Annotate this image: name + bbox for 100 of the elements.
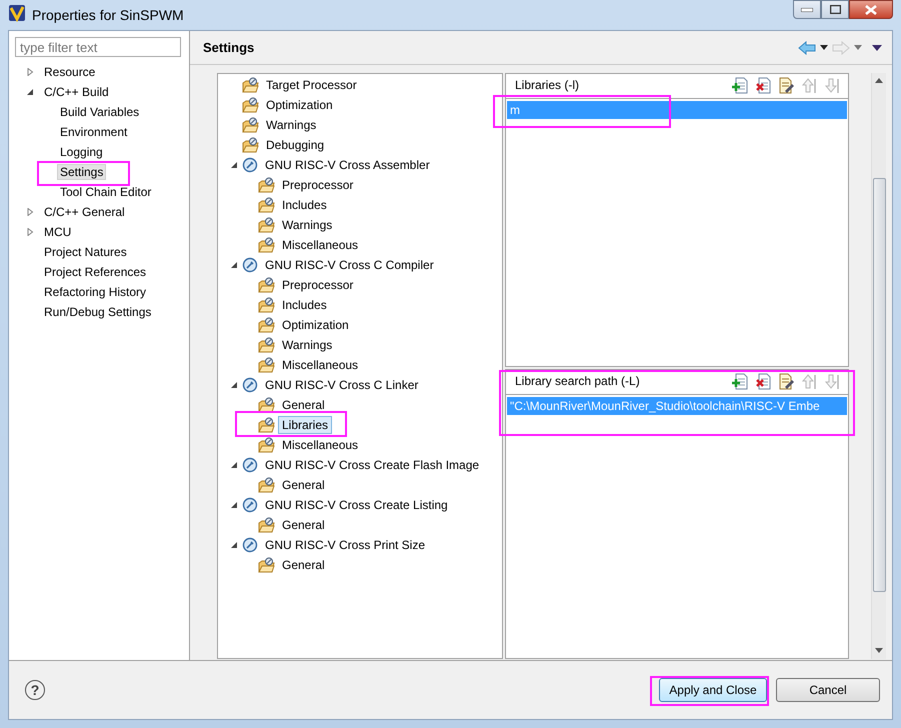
tree-item[interactable]: Warnings xyxy=(278,216,336,234)
folder-icon xyxy=(258,477,275,493)
add-icon[interactable] xyxy=(732,76,748,94)
dialog-button[interactable]: Apply and Close xyxy=(659,678,767,702)
folder-icon xyxy=(258,317,275,333)
tree-item[interactable]: Optimization xyxy=(262,96,337,114)
folder-icon xyxy=(258,437,275,453)
delete-icon[interactable] xyxy=(755,372,771,390)
toggle-arrow-icon[interactable] xyxy=(26,88,34,96)
edit-icon[interactable] xyxy=(778,76,794,94)
tree-item[interactable]: Warnings xyxy=(262,116,320,134)
tool-icon xyxy=(242,457,258,473)
tree-item[interactable]: Miscellaneous xyxy=(278,356,362,374)
list-title: Libraries (-l) xyxy=(515,78,580,92)
tool-icon xyxy=(242,377,258,393)
tree-item[interactable]: Preprocessor xyxy=(278,176,358,194)
tree-item[interactable]: Run/Debug Settings xyxy=(41,304,154,320)
dialog-button[interactable]: Cancel xyxy=(776,678,880,702)
scroll-up-icon[interactable] xyxy=(875,78,883,83)
tree-item[interactable]: GNU RISC-V Cross Create Listing xyxy=(261,496,452,514)
tree-item[interactable]: Includes xyxy=(278,196,331,214)
tree-item[interactable]: Settings xyxy=(57,164,106,180)
scroll-down-icon[interactable] xyxy=(875,648,883,653)
dropdown-icon[interactable] xyxy=(820,45,828,50)
folder-icon xyxy=(258,397,275,413)
move-down-icon[interactable] xyxy=(824,76,840,94)
tree-item[interactable]: C/C++ Build xyxy=(41,84,112,100)
folder-icon xyxy=(258,197,275,213)
folder-icon xyxy=(242,137,259,153)
folder-icon xyxy=(258,517,275,533)
tree-item[interactable]: Logging xyxy=(57,144,106,160)
tree-item[interactable]: Project Natures xyxy=(41,244,130,260)
tree-item[interactable]: GNU RISC-V Cross Assembler xyxy=(261,156,434,174)
tree-item[interactable]: Optimization xyxy=(278,316,353,334)
folder-icon xyxy=(242,117,259,133)
toggle-arrow-icon[interactable] xyxy=(26,68,34,76)
folder-icon xyxy=(242,97,259,113)
folder-icon xyxy=(258,357,275,373)
tree-item[interactable]: GNU RISC-V Cross Create Flash Image xyxy=(261,456,484,474)
tree-item[interactable]: Environment xyxy=(57,124,130,140)
close-button[interactable] xyxy=(849,0,893,19)
folder-icon xyxy=(258,237,275,253)
help-icon[interactable]: ? xyxy=(25,680,45,700)
tree-item[interactable]: Build Variables xyxy=(57,104,142,120)
tree-item[interactable]: Miscellaneous xyxy=(278,236,362,254)
app-logo-icon xyxy=(8,4,26,22)
toggle-arrow-icon[interactable] xyxy=(230,261,238,269)
move-down-icon[interactable] xyxy=(824,372,840,390)
tree-item[interactable]: Resource xyxy=(41,64,98,80)
tree-item[interactable]: Includes xyxy=(278,296,331,314)
move-up-icon[interactable] xyxy=(801,372,817,390)
tool-icon xyxy=(242,157,258,173)
tree-item[interactable]: Warnings xyxy=(278,336,336,354)
maximize-icon xyxy=(830,5,840,14)
filter-field[interactable]: type filter text xyxy=(15,37,181,57)
add-icon[interactable] xyxy=(732,372,748,390)
scrollbar-thumb[interactable] xyxy=(872,178,886,592)
tree-item[interactable]: Debugging xyxy=(262,136,328,154)
tree-item[interactable]: General xyxy=(278,476,329,494)
tree-item[interactable]: MCU xyxy=(41,224,74,240)
tree-item[interactable]: Project References xyxy=(41,264,150,280)
folder-icon xyxy=(258,277,275,293)
tree-item[interactable]: Tool Chain Editor xyxy=(57,184,154,200)
tree-item[interactable]: GNU RISC-V Cross Print Size xyxy=(261,536,430,554)
toggle-arrow-icon[interactable] xyxy=(230,461,238,469)
tree-item[interactable]: GNU RISC-V Cross C Linker xyxy=(261,376,422,394)
tree-item[interactable]: GNU RISC-V Cross C Compiler xyxy=(261,256,438,274)
tree-item[interactable]: General xyxy=(278,556,329,574)
close-icon xyxy=(865,4,877,14)
toggle-arrow-icon[interactable] xyxy=(26,228,34,236)
toggle-arrow-icon[interactable] xyxy=(230,541,238,549)
move-up-icon[interactable] xyxy=(801,76,817,94)
folder-icon xyxy=(258,297,275,313)
folder-icon xyxy=(258,557,275,573)
tree-item[interactable]: Target Processor xyxy=(262,76,361,94)
tree-item[interactable]: C/C++ General xyxy=(41,204,128,220)
toggle-arrow-icon[interactable] xyxy=(230,381,238,389)
toggle-arrow-icon[interactable] xyxy=(26,208,34,216)
toggle-arrow-icon[interactable] xyxy=(230,501,238,509)
folder-icon xyxy=(258,417,275,433)
minimize-button[interactable] xyxy=(793,0,821,19)
delete-icon[interactable] xyxy=(755,76,771,94)
tool-icon xyxy=(242,497,258,513)
tree-item[interactable]: General xyxy=(278,396,329,414)
page-title: Settings xyxy=(203,40,256,55)
tree-item[interactable]: Preprocessor xyxy=(278,276,358,294)
toggle-arrow-icon[interactable] xyxy=(230,161,238,169)
maximize-button[interactable] xyxy=(821,0,849,19)
tool-icon xyxy=(242,257,258,273)
list-title: Library search path (-L) xyxy=(515,374,641,388)
folder-icon xyxy=(258,217,275,233)
edit-icon[interactable] xyxy=(778,372,794,390)
view-menu-icon[interactable] xyxy=(872,44,882,50)
tree-item[interactable]: Miscellaneous xyxy=(278,436,362,454)
folder-icon xyxy=(258,337,275,353)
tool-icon xyxy=(242,537,258,553)
minimize-icon xyxy=(801,8,813,12)
tree-item[interactable]: Libraries xyxy=(278,416,332,434)
tree-item[interactable]: Refactoring History xyxy=(41,284,150,300)
tree-item[interactable]: General xyxy=(278,516,329,534)
